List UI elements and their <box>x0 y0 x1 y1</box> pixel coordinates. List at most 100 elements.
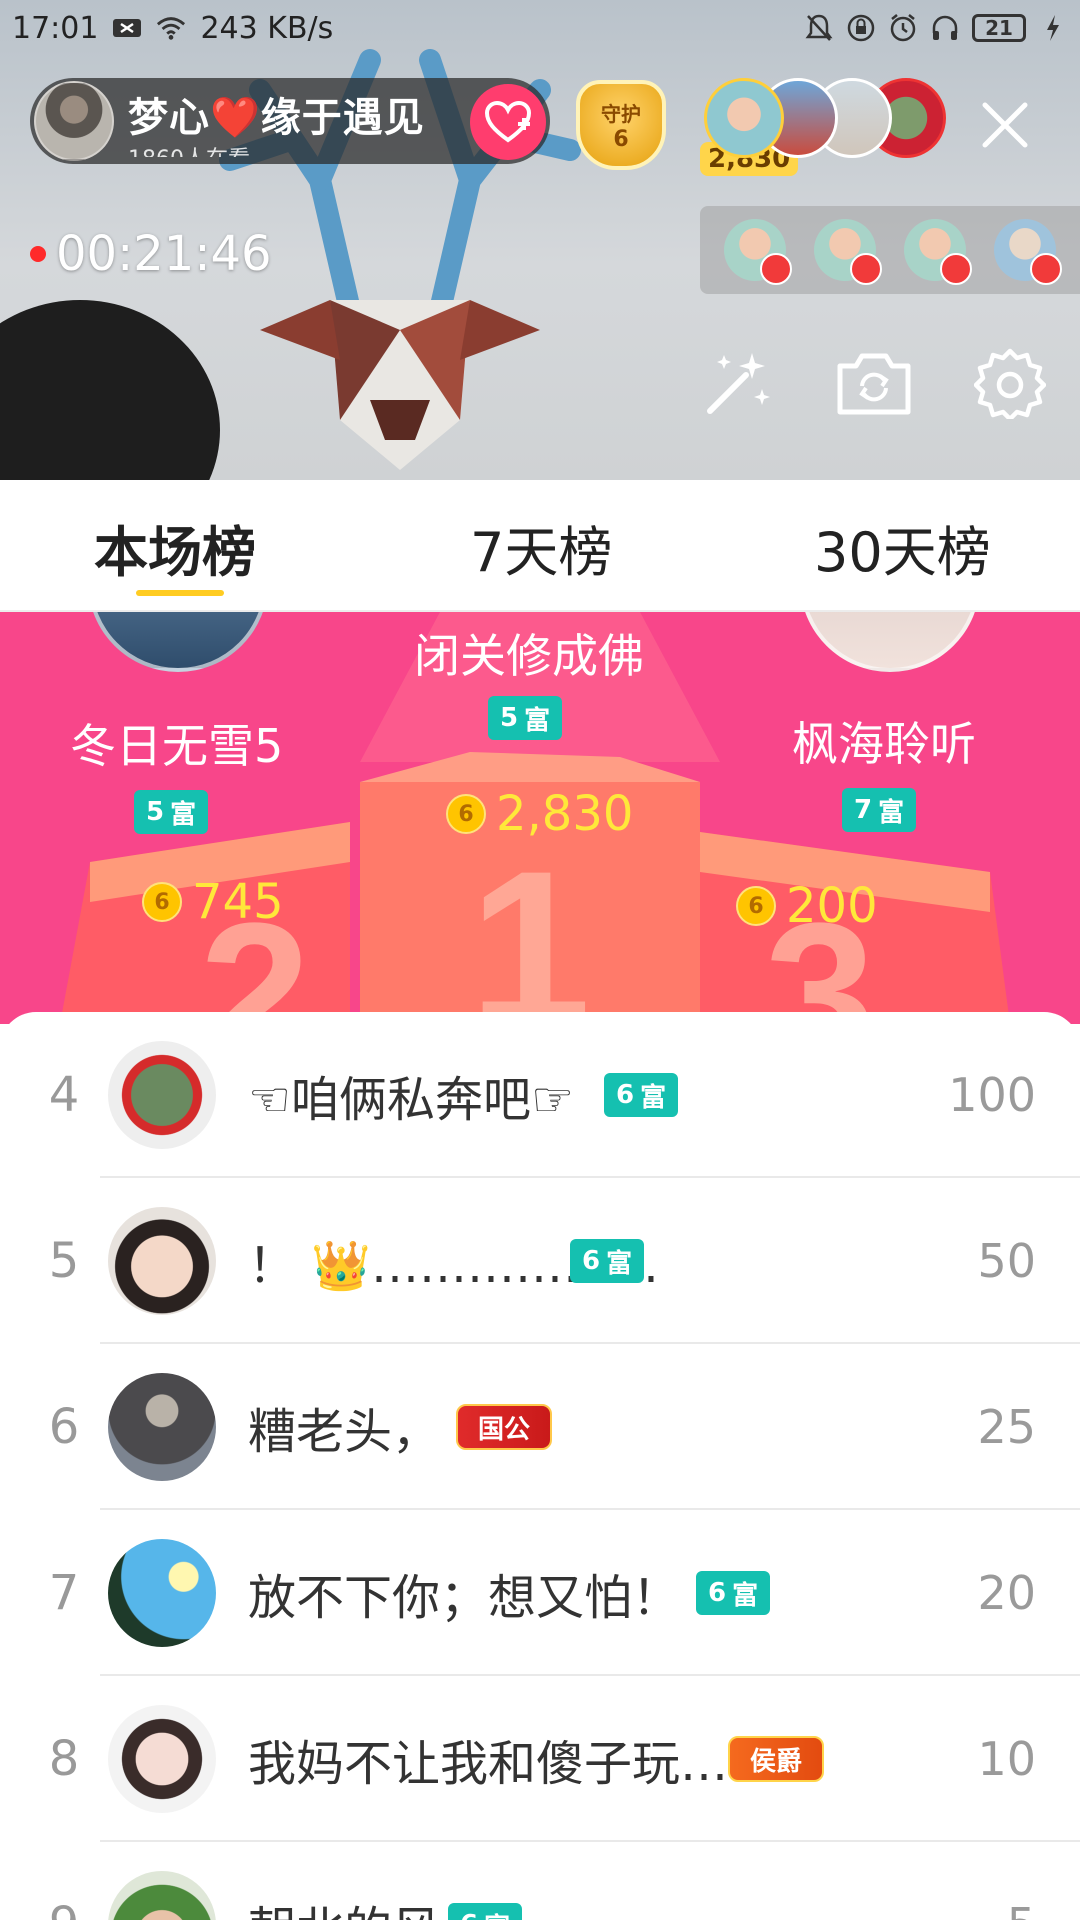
close-button[interactable] <box>970 90 1040 160</box>
tab-7-days[interactable]: 7天榜 <box>470 508 612 587</box>
noble-badge: 侯爵 <box>728 1736 825 1782</box>
rich-level-badge: 6 富 <box>448 1903 523 1920</box>
alarm-icon <box>888 13 918 43</box>
rich-level-badge: 6 富 <box>696 1571 771 1615</box>
row-avatar[interactable] <box>108 1705 216 1813</box>
battery-indicator: 21 <box>972 14 1026 42</box>
ranking-row[interactable]: 4 ☜咱俩私奔吧☞ 6 富 100 <box>0 1012 1080 1178</box>
podium-third-score: 6 200 <box>736 878 878 934</box>
magic-wand-icon <box>707 353 770 414</box>
row-avatar[interactable] <box>108 1871 216 1920</box>
heart-plus-icon <box>484 100 532 143</box>
podium-first-name[interactable]: 闭关修成佛 <box>414 620 644 686</box>
stream-tools <box>700 345 1048 421</box>
coin-icon: 6 <box>142 882 182 922</box>
tab-30-days[interactable]: 30天榜 <box>814 508 991 587</box>
battery-level: 21 <box>985 16 1013 40</box>
rich-label: 富 <box>524 705 551 736</box>
leaderboard-tabs: 本场榜 7天榜 30天榜 <box>0 480 1080 612</box>
podium-second-name[interactable]: 冬日无雪5 <box>70 710 283 776</box>
ranking-list: 4 ☜咱俩私奔吧☞ 6 富 100 5 ！ 👑……………… 6 富 50 6 糟… <box>0 1012 1080 1920</box>
row-badge: 6 富 <box>696 1571 771 1615</box>
ranking-row[interactable]: 5 ！ 👑……………… 6 富 50 <box>0 1178 1080 1344</box>
gear-icon <box>974 348 1046 419</box>
row-avatar[interactable] <box>108 1539 216 1647</box>
row-avatar[interactable] <box>108 1041 216 1149</box>
row-badge: 6 富 <box>604 1073 679 1117</box>
follow-button[interactable] <box>470 84 546 160</box>
rich-level-badge: 5 富 <box>488 696 563 740</box>
network-speed: 243 KB/s <box>200 10 334 46</box>
row-rank: 4 <box>48 1067 80 1123</box>
rich-level-badge: 5 富 <box>134 790 209 834</box>
rich-level: 5 <box>146 797 165 827</box>
row-score: 10 <box>977 1732 1036 1786</box>
podium-third-coins: 200 <box>786 878 878 934</box>
row-badge: 6 富 <box>448 1903 523 1920</box>
row-avatar[interactable] <box>108 1373 216 1481</box>
row-rank: 7 <box>48 1565 80 1621</box>
seat-icon <box>940 253 972 285</box>
ranking-row[interactable]: 7 放不下你；想又怕！ 6 富 20 <box>0 1510 1080 1676</box>
top-fan-avatar[interactable] <box>704 78 784 158</box>
rich-label: 富 <box>878 797 905 828</box>
coin-icon: 6 <box>736 886 776 926</box>
rich-label: 富 <box>640 1082 667 1113</box>
podium-second-score: 6 745 <box>142 874 284 930</box>
guest-seat[interactable] <box>724 219 792 285</box>
row-score: 100 <box>948 1068 1036 1122</box>
rich-level: 5 <box>500 703 519 733</box>
row-name: ☜咱俩私奔吧☞ <box>248 1072 575 1128</box>
row-badge: 6 富 <box>570 1239 645 1283</box>
row-avatar[interactable] <box>108 1207 216 1315</box>
row-name: 放不下你；想又怕！ <box>248 1570 681 1626</box>
podium-third-name[interactable]: 枫海聆听 <box>792 708 976 774</box>
guest-seat[interactable] <box>904 219 972 285</box>
ranking-row[interactable]: 9 朝北的风 6 富 5 <box>0 1842 1080 1920</box>
rich-label: 富 <box>606 1248 633 1279</box>
rank-1-numeral: 1 <box>469 825 591 1024</box>
ranking-row[interactable]: 8 我妈不让我和傻子玩… 侯爵 10 <box>0 1676 1080 1842</box>
row-score: 20 <box>977 1566 1036 1620</box>
ranking-row[interactable]: 6 糟老头， 国公 25 <box>0 1344 1080 1510</box>
podium-first-coins: 2,830 <box>496 786 634 842</box>
rich-level: 6 <box>582 1246 601 1276</box>
guest-seat[interactable] <box>814 219 882 285</box>
rich-level: 6 <box>460 1910 478 1920</box>
rich-level-badge: 6 富 <box>570 1239 645 1283</box>
rich-level: 7 <box>854 795 873 825</box>
top-fans-avatars[interactable] <box>704 78 946 158</box>
rich-level: 6 <box>708 1578 727 1608</box>
live-timer: 00:21:46 <box>30 226 272 282</box>
rich-level-badge: 6 富 <box>604 1073 679 1117</box>
host-avatar[interactable] <box>34 81 114 161</box>
seat-icon <box>760 253 792 285</box>
rich-label: 富 <box>170 799 197 830</box>
row-score: 25 <box>977 1400 1036 1454</box>
guest-seat[interactable] <box>994 219 1062 285</box>
podium-first-score: 6 2,830 <box>446 786 633 842</box>
charging-icon <box>1038 13 1068 43</box>
host-info-pill[interactable]: 梦心❤️缘于遇见 1860人在看 <box>30 78 550 164</box>
rich-label: 富 <box>732 1580 759 1611</box>
seat-icon <box>850 253 882 285</box>
coin-icon: 6 <box>446 794 486 834</box>
row-name: 我妈不让我和傻子玩… <box>248 1736 729 1792</box>
beauty-button[interactable] <box>700 345 776 421</box>
wifi-icon <box>156 13 186 43</box>
row-badge: 侯爵 <box>728 1736 825 1782</box>
rich-level-badge: 7 富 <box>842 788 917 832</box>
podium-top-three: 1 2 3 闭关修成佛 5 富 6 2,830 冬日无雪5 5 富 6 745 … <box>0 612 1080 1024</box>
row-name: 糟老头， <box>248 1404 441 1460</box>
settings-button[interactable] <box>972 345 1048 421</box>
guard-label: 守护 <box>601 102 641 126</box>
camera-switch-button[interactable] <box>836 345 912 421</box>
notification-icon <box>112 13 142 43</box>
guard-badge[interactable]: 守护 6 <box>576 80 666 170</box>
guest-seat-bar <box>700 206 1080 294</box>
live-stream-leaderboard-screen: 17:01 243 KB/s 21 梦心❤️缘于遇见 守护 6 2,830 00… <box>0 0 1080 1920</box>
live-dot <box>30 246 46 262</box>
row-badge: 国公 <box>456 1404 553 1450</box>
seat-icon <box>1030 253 1062 285</box>
tab-current-session[interactable]: 本场榜 <box>94 508 256 587</box>
